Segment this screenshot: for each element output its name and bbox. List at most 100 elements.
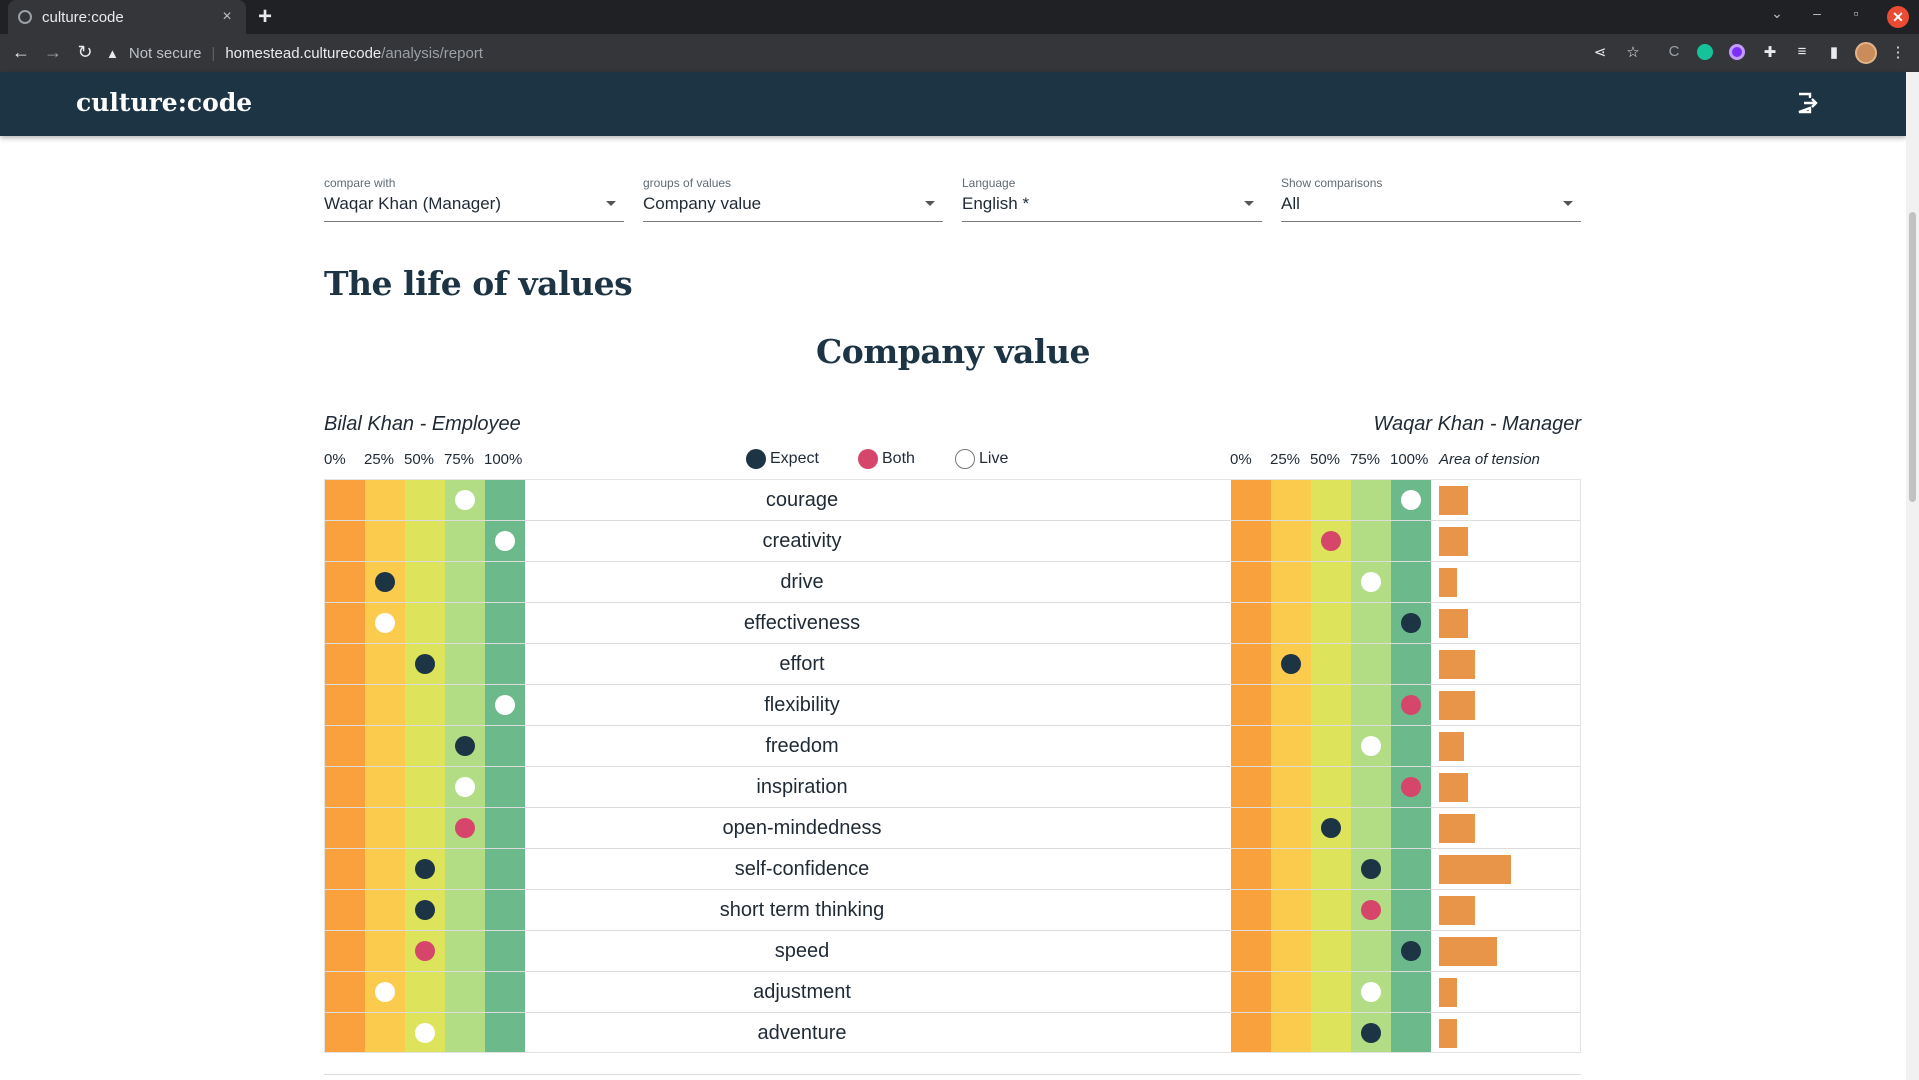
right-both-dot (1401, 777, 1421, 797)
value-row: effectiveness (325, 603, 1580, 644)
warning-icon: ▲ (106, 45, 119, 61)
right-expect-dot (1401, 941, 1421, 961)
right-expect-dot (1321, 818, 1341, 838)
tension-bar (1439, 814, 1475, 843)
grammarly-icon[interactable] (1697, 44, 1713, 60)
value-label: effort (779, 653, 825, 675)
left-live-dot (375, 982, 395, 1002)
window-close-icon[interactable]: ✕ (1887, 6, 1909, 28)
value-label: adjustment (753, 981, 851, 1003)
scale-label-left-100: 100% (484, 451, 523, 468)
right-live-dot (1361, 982, 1381, 1002)
right-expect-dot (1361, 1023, 1381, 1043)
share-icon[interactable]: ⋖ (1590, 43, 1610, 61)
left-live-dot (495, 531, 515, 551)
both-dot-icon (858, 449, 878, 469)
new-tab-button[interactable]: + (258, 4, 272, 30)
tab-search-icon[interactable]: ⌄ (1766, 5, 1788, 22)
extension-purple-icon[interactable] (1729, 44, 1745, 60)
value-row: short term thinking (325, 890, 1580, 931)
left-live-dot (495, 695, 515, 715)
section-title: Company value (816, 332, 1090, 371)
tension-bar (1439, 896, 1475, 925)
value-row: freedom (325, 726, 1580, 767)
bookmark-star-icon[interactable]: ☆ (1623, 43, 1643, 61)
url-host: homestead.culturecode (225, 44, 382, 62)
filter-value: All (1281, 194, 1300, 213)
area-of-tension-label: Area of tension (1439, 451, 1540, 468)
value-row: courage (325, 480, 1580, 521)
compare-with-select[interactable]: compare with Waqar Khan (Manager) (324, 176, 624, 222)
tab-title: culture:code (42, 8, 124, 26)
extensions-puzzle-icon[interactable]: ✚ (1760, 43, 1780, 61)
left-live-dot (455, 777, 475, 797)
value-row: drive (325, 562, 1580, 603)
filter-value: English * (962, 194, 1030, 213)
tension-bar (1439, 732, 1464, 761)
value-row: flexibility (325, 685, 1580, 726)
tension-bar (1439, 486, 1468, 515)
value-label: speed (774, 940, 830, 962)
app-header: culture:code (0, 72, 1906, 136)
left-person-label: Bilal Khan - Employee (324, 413, 521, 435)
menu-kebab-icon[interactable]: ⋮ (1888, 43, 1908, 61)
extension-c-icon[interactable]: C (1664, 43, 1684, 60)
scale-label-right-75: 75% (1350, 451, 1381, 468)
scale-label-right-0: 0% (1230, 451, 1252, 468)
back-icon[interactable]: ← (10, 42, 32, 63)
reading-list-icon[interactable]: ≡ (1792, 43, 1812, 60)
tension-bar (1439, 978, 1457, 1007)
language-select[interactable]: Language English * (962, 176, 1262, 222)
scale-label-left-0: 0% (324, 451, 346, 468)
live-dot-icon (955, 449, 975, 469)
scale-label-right-100: 100% (1390, 451, 1429, 468)
value-row: self-confidence (325, 849, 1580, 890)
right-live-dot (1361, 572, 1381, 592)
left-expect-dot (455, 736, 475, 756)
url-path: /analysis/report (381, 44, 483, 62)
address-bar[interactable]: ▲ Not secure | homestead.culturecode/ana… (106, 38, 1606, 68)
browser-toolbar: ← → ↻ ▲ Not secure | homestead.cultureco… (0, 34, 1919, 72)
chevron-down-icon (925, 201, 935, 206)
left-both-dot (455, 818, 475, 838)
right-both-dot (1321, 531, 1341, 551)
value-row: inspiration (325, 767, 1580, 808)
profile-avatar[interactable] (1855, 42, 1877, 64)
page-scrollbar[interactable] (1906, 72, 1919, 1080)
filter-value: Company value (643, 194, 762, 213)
left-live-dot (415, 1023, 435, 1043)
logout-icon[interactable] (1796, 92, 1818, 114)
right-expect-dot (1281, 654, 1301, 674)
value-label: short term thinking (719, 899, 885, 921)
globe-icon (18, 10, 32, 24)
legend-expect: Expect (746, 449, 819, 469)
chevron-down-icon (1563, 201, 1573, 206)
scale-label-right-50: 50% (1310, 451, 1341, 468)
left-expect-dot (375, 572, 395, 592)
value-label: creativity (762, 530, 842, 552)
legend-label: Expect (770, 450, 819, 467)
right-expect-dot (1361, 859, 1381, 879)
page-title: The life of values (324, 264, 633, 303)
close-tab-icon[interactable]: × (218, 8, 236, 26)
minimize-icon[interactable]: – (1806, 5, 1828, 21)
value-label: drive (780, 571, 824, 593)
tension-bar (1439, 650, 1475, 679)
forward-icon[interactable]: → (42, 42, 64, 63)
tension-bar (1439, 691, 1475, 720)
groups-of-values-select[interactable]: groups of values Company value (643, 176, 943, 222)
app-logo[interactable]: culture:code (76, 88, 252, 117)
restore-icon[interactable]: ▫ (1845, 5, 1867, 21)
tension-bar (1439, 568, 1457, 597)
right-expect-dot (1401, 613, 1421, 633)
value-label: freedom (765, 735, 839, 757)
tension-bar (1439, 527, 1468, 556)
left-both-dot (415, 941, 435, 961)
right-both-dot (1361, 900, 1381, 920)
show-comparisons-select[interactable]: Show comparisons All (1281, 176, 1581, 222)
scrollbar-thumb[interactable] (1909, 212, 1916, 502)
reload-icon[interactable]: ↻ (74, 42, 96, 63)
side-panel-icon[interactable]: ▮ (1824, 43, 1844, 61)
filter-label: groups of values (643, 176, 732, 190)
browser-tab[interactable]: culture:code × (8, 0, 246, 34)
